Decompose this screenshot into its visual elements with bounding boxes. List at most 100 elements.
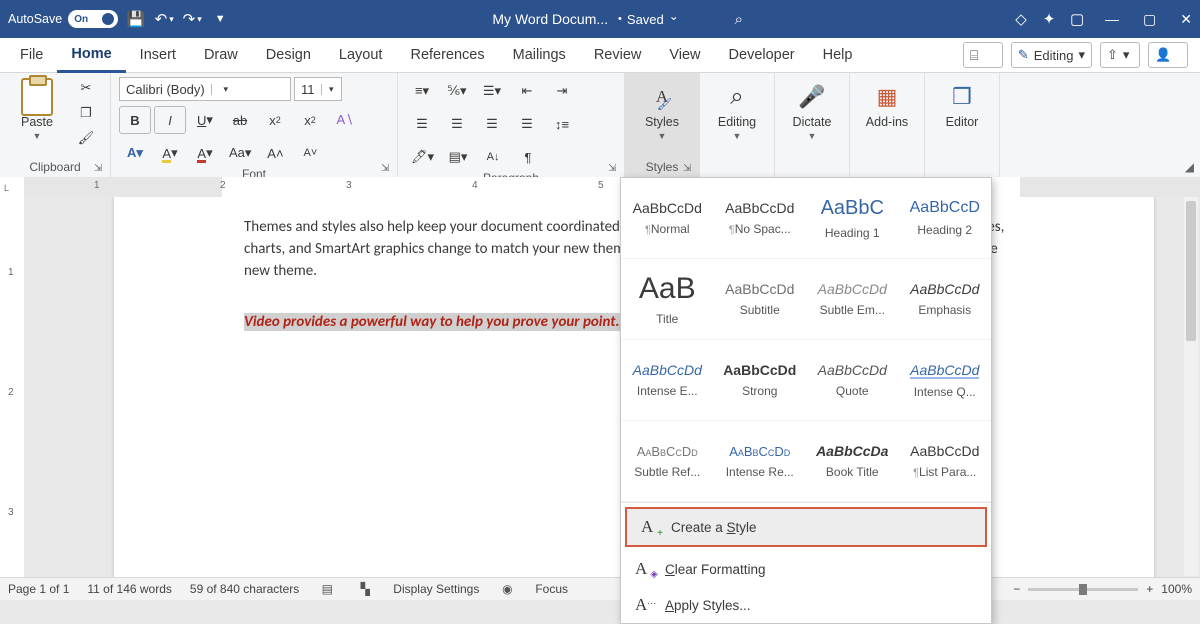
tab-insert[interactable]: Insert xyxy=(126,38,190,72)
clear-formatting-menuitem[interactable]: A◈ Clear Formatting xyxy=(621,551,991,587)
style-swatch[interactable]: AaBbCcDdSubtitle xyxy=(714,259,807,340)
paste-button[interactable]: Paste ▼ xyxy=(8,77,66,145)
change-case-button[interactable]: Aa▾ xyxy=(224,139,256,167)
account-icon[interactable]: 👤 xyxy=(1148,42,1188,68)
zoom-out-button[interactable]: − xyxy=(1013,582,1020,596)
style-swatch[interactable]: AaBbCHeading 1 xyxy=(806,178,899,259)
style-swatch[interactable]: AaBbCcDdNormal xyxy=(621,178,714,259)
shading-button[interactable]: 🖊▾ xyxy=(406,143,439,171)
style-swatch[interactable]: AaBbCcDdIntense Q... xyxy=(899,340,992,421)
zoom-slider[interactable] xyxy=(1028,588,1138,591)
clear-formatting-button[interactable]: A∖ xyxy=(329,106,361,134)
bullets-button[interactable]: ≡▾ xyxy=(406,77,438,105)
style-swatch[interactable]: AaBTitle xyxy=(621,259,714,340)
underline-button[interactable]: U▾ xyxy=(189,106,221,134)
align-left-button[interactable]: ☰ xyxy=(406,110,438,138)
coming-soon-icon[interactable]: ✦ xyxy=(1039,9,1059,29)
style-swatch[interactable]: AaBbCcDdEmphasis xyxy=(899,259,992,340)
zoom-in-button[interactable]: + xyxy=(1146,582,1153,596)
style-swatch[interactable]: AaBbCcDHeading 2 xyxy=(899,178,992,259)
editor-button[interactable]: ❒ Editor xyxy=(933,77,991,133)
line-spacing-button[interactable]: ↕≡ xyxy=(546,110,578,138)
format-painter-button[interactable]: 🖌 xyxy=(70,127,102,149)
save-icon[interactable]: 💾 xyxy=(126,9,146,29)
document-title[interactable]: My Word Docum... xyxy=(492,11,608,27)
dialog-launcher-icon[interactable]: ⇲ xyxy=(381,163,393,175)
italic-button[interactable]: I xyxy=(154,106,186,134)
premium-diamond-icon[interactable]: ◇ xyxy=(1011,9,1031,29)
undo-icon[interactable]: ↶ xyxy=(154,9,174,29)
multilevel-list-button[interactable]: ☰▾ xyxy=(476,77,508,105)
collapse-ribbon-icon[interactable]: ◢ xyxy=(1185,160,1194,174)
zoom-control[interactable]: − + 100% xyxy=(1013,582,1192,596)
page-indicator[interactable]: Page 1 of 1 xyxy=(8,582,69,596)
grow-font-button[interactable]: A˄ xyxy=(259,139,291,167)
superscript-button[interactable]: x2 xyxy=(294,106,326,134)
create-style-menuitem[interactable]: A+ Create a Style xyxy=(625,507,987,547)
ribbon-display-icon[interactable]: ▢ xyxy=(1067,9,1087,29)
tab-layout[interactable]: Layout xyxy=(325,38,397,72)
styles-button[interactable]: A🖌 Styles ▼ xyxy=(633,77,691,145)
text-effects-button[interactable]: A▾ xyxy=(119,139,151,167)
editing-mode-button[interactable]: Editing ▾ xyxy=(1011,42,1092,68)
minimize-button[interactable]: ― xyxy=(1105,11,1119,28)
share-button[interactable]: ▾ xyxy=(1100,42,1140,68)
focus-label[interactable]: Focus xyxy=(535,582,568,596)
tab-file[interactable]: File xyxy=(6,38,57,72)
close-button[interactable]: ✕ xyxy=(1180,11,1192,28)
search-icon[interactable] xyxy=(729,9,749,29)
sort-button[interactable]: A↓ xyxy=(477,143,509,171)
style-swatch[interactable]: AaBbCcDdList Para... xyxy=(899,421,992,502)
font-color-button[interactable]: A▾ xyxy=(189,139,221,167)
addins-button[interactable]: ▦ Add-ins xyxy=(858,77,916,133)
borders-button[interactable]: ▤▾ xyxy=(442,143,474,171)
dialog-launcher-icon[interactable]: ⇲ xyxy=(608,163,620,175)
spellcheck-icon[interactable]: ▤ xyxy=(317,582,337,596)
maximize-button[interactable]: ▢ xyxy=(1143,11,1156,28)
font-size-combo[interactable]: 11▾ xyxy=(294,77,342,101)
autosave-toggle[interactable]: AutoSave On xyxy=(8,10,118,28)
font-name-combo[interactable]: Calibri (Body)▾ xyxy=(119,77,291,101)
decrease-indent-button[interactable]: ⇤ xyxy=(511,77,543,105)
document-area[interactable]: Themes and styles also help keep your do… xyxy=(24,197,1200,578)
highlight-button[interactable]: A▾ xyxy=(154,139,186,167)
shrink-font-button[interactable]: A˅ xyxy=(294,139,326,167)
dialog-launcher-icon[interactable]: ⇲ xyxy=(683,163,695,175)
strikethrough-button[interactable]: ab xyxy=(224,106,256,134)
numbering-button[interactable]: ⅚▾ xyxy=(441,77,473,105)
tab-review[interactable]: Review xyxy=(580,38,656,72)
style-swatch[interactable]: AaBbCcDaBook Title xyxy=(806,421,899,502)
tab-view[interactable]: View xyxy=(655,38,714,72)
style-swatch[interactable]: AaBbCcDdSubtle Ref... xyxy=(621,421,714,502)
tab-draw[interactable]: Draw xyxy=(190,38,252,72)
display-settings[interactable]: Display Settings xyxy=(393,582,479,596)
style-swatch[interactable]: AaBbCcDdIntense E... xyxy=(621,340,714,421)
scrollbar-thumb[interactable] xyxy=(1186,201,1196,341)
align-right-button[interactable]: ☰ xyxy=(476,110,508,138)
copy-button[interactable]: ❐ xyxy=(70,102,102,124)
tab-home[interactable]: Home xyxy=(57,38,125,73)
style-swatch[interactable]: AaBbCcDdIntense Re... xyxy=(714,421,807,502)
accessibility-icon[interactable]: ▚ xyxy=(355,582,375,596)
style-swatch[interactable]: AaBbCcDdStrong xyxy=(714,340,807,421)
focus-icon[interactable]: ◉ xyxy=(497,582,517,596)
vertical-scrollbar[interactable] xyxy=(1184,197,1198,576)
show-marks-button[interactable]: ¶ xyxy=(512,143,544,171)
dialog-launcher-icon[interactable]: ⇲ xyxy=(94,163,106,175)
style-swatch[interactable]: AaBbCcDdQuote xyxy=(806,340,899,421)
bold-button[interactable]: B xyxy=(119,106,151,134)
save-status[interactable]: Saved xyxy=(618,12,679,27)
tab-help[interactable]: Help xyxy=(809,38,867,72)
justify-button[interactable]: ☰ xyxy=(511,110,543,138)
style-swatch[interactable]: AaBbCcDdSubtle Em... xyxy=(806,259,899,340)
dictate-button[interactable]: 🎤 Dictate ▼ xyxy=(783,77,841,145)
tab-design[interactable]: Design xyxy=(252,38,325,72)
editing-button[interactable]: Editing ▼ xyxy=(708,77,766,145)
zoom-value[interactable]: 100% xyxy=(1161,582,1192,596)
character-count[interactable]: 59 of 840 characters xyxy=(190,582,299,596)
word-count[interactable]: 11 of 146 words xyxy=(87,582,172,596)
qat-customize-icon[interactable]: ▼ xyxy=(210,9,230,29)
align-center-button[interactable]: ☰ xyxy=(441,110,473,138)
tab-developer[interactable]: Developer xyxy=(715,38,809,72)
tab-mailings[interactable]: Mailings xyxy=(499,38,580,72)
